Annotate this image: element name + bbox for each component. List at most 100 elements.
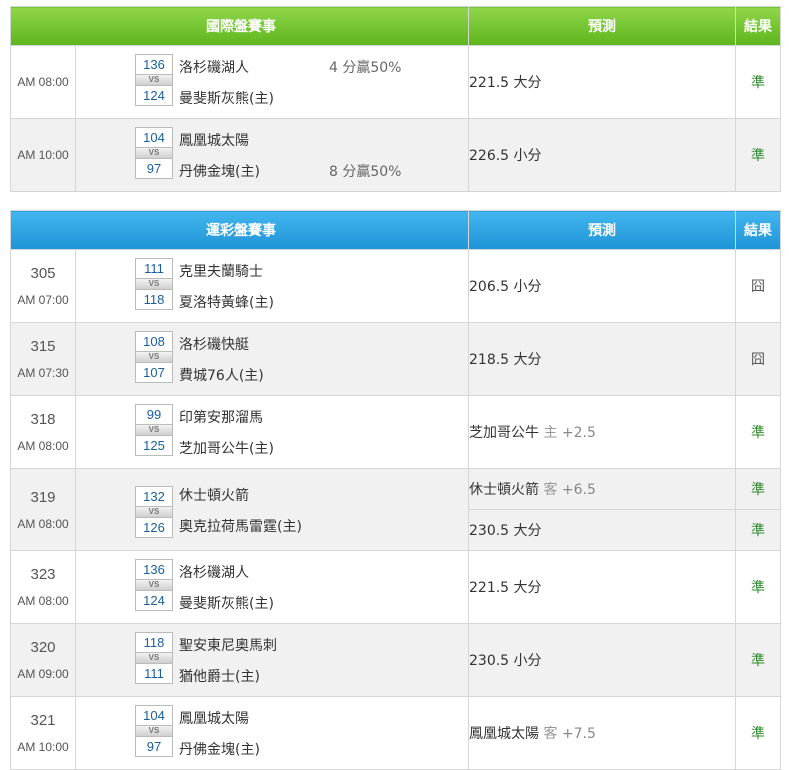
home-score: 97 [135, 158, 173, 179]
result-cell: 準 [735, 468, 781, 510]
matchup-cell: 132 VS 126 休士頓火箭 奧克拉荷馬雷霆(主) [75, 468, 469, 551]
lottery-games-table: 運彩盤賽事 預測 結果 305 AM 07:00 111 VS 118 克里夫蘭騎士 夏洛特… [10, 210, 781, 770]
game-row: 320 AM 09:00 118 VS 111 聖安東尼奧馬刺 猶他爵士(主) 230.5 小… [10, 623, 781, 697]
scorebox: 132 VS 126 [135, 486, 173, 538]
matchup-cell: 111 VS 118 克里夫蘭騎士 夏洛特黃蜂(主) [75, 249, 469, 323]
game-number: 315 [30, 338, 56, 355]
team-home: 芝加哥公牛(主) [179, 441, 274, 457]
prediction-side: 主 [543, 425, 558, 441]
prediction-main: 221.5 大分 [469, 580, 542, 596]
scorebox: 108 VS 107 [135, 331, 173, 383]
home-score: 126 [135, 517, 173, 538]
matchup-cell: 104 VS 97 鳳凰城太陽 丹佛金塊(主) 8 分贏50% [75, 118, 469, 192]
game-row: 319 AM 08:00 132 VS 126 休士頓火箭 奧克拉荷馬雷霆(主) 休士頓火箭 … [10, 468, 781, 551]
vs-label: VS [135, 653, 173, 663]
home-score: 125 [135, 435, 173, 456]
result-cell: 準 [735, 696, 781, 770]
game-time: AM 09:00 [17, 667, 69, 681]
prediction-main: 芝加哥公牛 [469, 425, 539, 441]
handicap-note: 4 分贏50% [329, 60, 402, 76]
home-score: 107 [135, 362, 173, 383]
game-number: 305 [30, 265, 56, 282]
prediction-main: 230.5 小分 [469, 653, 542, 669]
game-time: AM 10:00 [17, 740, 69, 754]
away-score: 136 [135, 559, 173, 580]
game-time-cell: 323 AM 08:00 [10, 550, 76, 624]
scorebox: 111 VS 118 [135, 258, 173, 310]
prediction-cell: 221.5 大分 [468, 45, 736, 119]
team-away: 鳳凰城太陽 [179, 133, 249, 149]
vs-label: VS [135, 425, 173, 435]
team-away: 洛杉磯湖人 [179, 60, 249, 76]
matchup-cell: 118 VS 111 聖安東尼奧馬刺 猶他爵士(主) [75, 623, 469, 697]
scorebox: 99 VS 125 [135, 404, 173, 456]
prediction-cell: 230.5 小分 [468, 623, 736, 697]
prediction-main: 鳳凰城太陽 [469, 726, 539, 742]
prediction-cell: 218.5 大分 [468, 322, 736, 396]
result-header: 結果 [735, 210, 781, 250]
team-away: 聖安東尼奧馬刺 [179, 638, 277, 654]
prediction-main: 218.5 大分 [469, 352, 542, 368]
prediction-side: 客 [543, 726, 558, 742]
game-number: 321 [30, 712, 56, 729]
matchup-cell: 104 VS 97 鳳凰城太陽 丹佛金塊(主) [75, 696, 469, 770]
game-time-cell: 320 AM 09:00 [10, 623, 76, 697]
result-header: 結果 [735, 6, 781, 46]
vs-label: VS [135, 148, 173, 158]
game-time: AM 08:00 [17, 516, 69, 531]
prediction-main: 226.5 小分 [469, 148, 542, 164]
international-header-row: 國際盤賽事 預測 結果 [10, 6, 781, 46]
scorebox: 104 VS 97 [135, 705, 173, 757]
scorebox: 118 VS 111 [135, 632, 173, 684]
game-row: 305 AM 07:00 111 VS 118 克里夫蘭騎士 夏洛特黃蜂(主) 206.5 小… [10, 249, 781, 323]
prediction-line: +2.5 [561, 425, 596, 441]
game-time: AM 07:00 [17, 293, 69, 307]
prediction-main: 休士頓火箭 [469, 482, 539, 498]
team-home: 曼斐斯灰熊(主) [179, 91, 274, 107]
team-away: 洛杉磯湖人 [179, 565, 249, 581]
prediction-main: 230.5 大分 [469, 523, 542, 539]
prediction-cell: 芝加哥公牛 主 +2.5 [468, 395, 736, 469]
prediction-line: +7.5 [561, 726, 596, 742]
away-score: 136 [135, 54, 173, 75]
prediction-cell: 鳳凰城太陽 客 +7.5 [468, 696, 736, 770]
away-score: 108 [135, 331, 173, 352]
team-home: 丹佛金塊(主) [179, 164, 260, 180]
game-time-cell: 321 AM 10:00 [10, 696, 76, 770]
vs-label: VS [135, 726, 173, 736]
game-number: 323 [30, 566, 56, 583]
vs-label: VS [135, 279, 173, 289]
game-row: 321 AM 10:00 104 VS 97 鳳凰城太陽 丹佛金塊(主) 鳳凰城太陽 客 +7… [10, 696, 781, 770]
team-away: 洛杉磯快艇 [179, 337, 249, 353]
away-score: 99 [135, 404, 173, 425]
vs-label: VS [135, 75, 173, 85]
away-score: 118 [135, 632, 173, 653]
away-score: 104 [135, 127, 173, 148]
away-score: 111 [135, 258, 173, 279]
lottery-header-row: 運彩盤賽事 預測 結果 [10, 210, 781, 250]
game-row: AM 08:00 136 VS 124 洛杉磯湖人曼斐斯灰熊(主) 4 分贏50% 221.… [10, 45, 781, 119]
game-time-cell: AM 10:00 [10, 118, 76, 192]
matchup-cell: 136 VS 124 洛杉磯湖人曼斐斯灰熊(主) 4 分贏50% [75, 45, 469, 119]
game-time-cell: 318 AM 08:00 [10, 395, 76, 469]
result-cell: 準 [735, 118, 781, 192]
predict-header: 預測 [468, 6, 736, 46]
result-cell: 準 [735, 45, 781, 119]
team-away: 印第安那溜馬 [179, 410, 263, 426]
game-time: AM 08:00 [17, 594, 69, 608]
matchup-cell: 99 VS 125 印第安那溜馬 芝加哥公牛(主) [75, 395, 469, 469]
away-score: 104 [135, 705, 173, 726]
result-cell: 準 [735, 550, 781, 624]
game-time: AM 08:00 [17, 75, 69, 89]
home-score: 124 [135, 85, 173, 106]
game-number: 318 [30, 411, 56, 428]
game-time: AM 07:30 [17, 366, 69, 380]
game-time-cell: 315 AM 07:30 [10, 322, 76, 396]
lottery-title: 運彩盤賽事 [10, 210, 469, 250]
game-number: 320 [30, 639, 56, 656]
prediction-cell: 休士頓火箭 客 +6.5 [468, 468, 736, 510]
game-row: 315 AM 07:30 108 VS 107 洛杉磯快艇 費城76人(主) 218.5 大分… [10, 322, 781, 396]
result-cell: 準 [735, 623, 781, 697]
home-score: 97 [135, 736, 173, 757]
home-score: 118 [135, 289, 173, 310]
